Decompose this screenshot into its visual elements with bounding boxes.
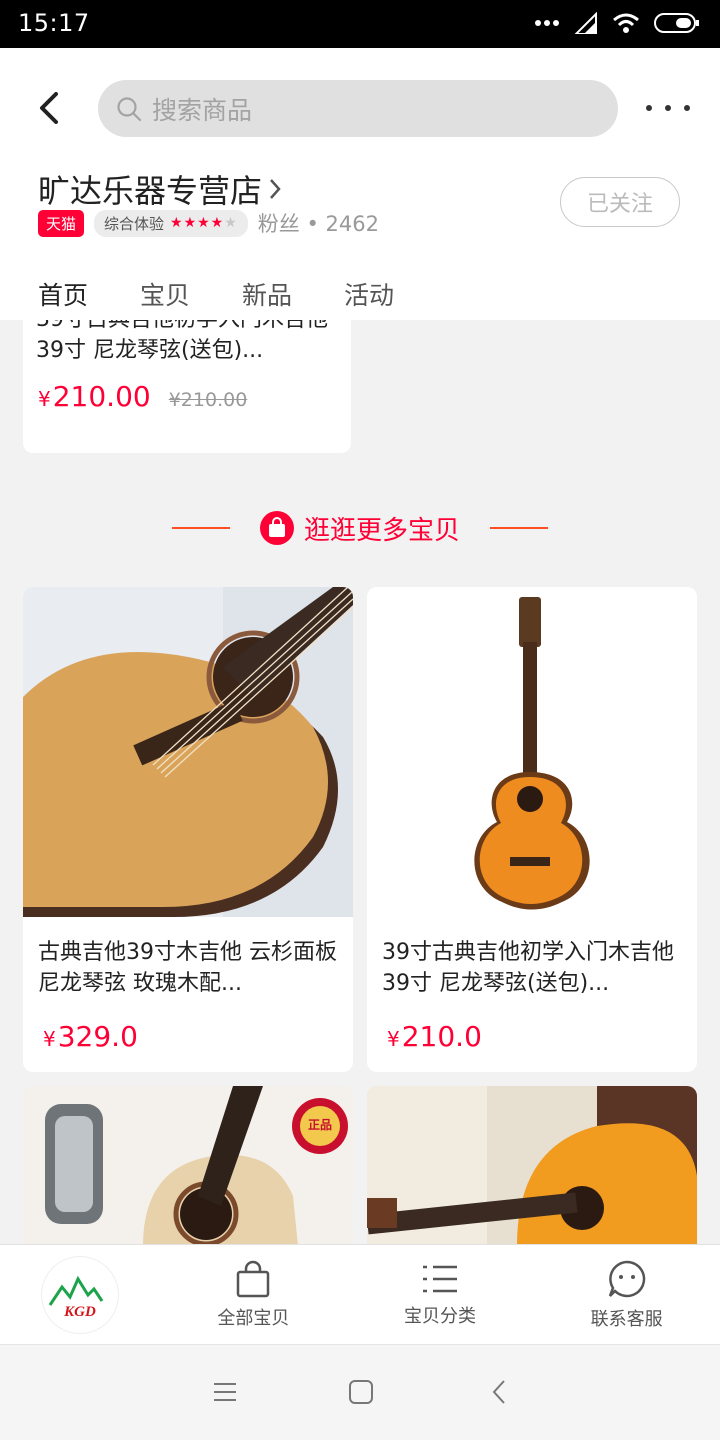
shopping-bag-icon bbox=[259, 511, 294, 545]
tmall-badge: 天猫 bbox=[38, 209, 85, 237]
rating-stars: ★★★★★ bbox=[170, 215, 238, 231]
more-products-divider: 逛逛更多宝贝 bbox=[172, 508, 548, 548]
product-image: 正品 bbox=[23, 1086, 353, 1244]
status-time: 15:17 bbox=[18, 9, 90, 37]
product-price: ¥329.0 bbox=[43, 1020, 138, 1053]
divider-line bbox=[489, 527, 548, 529]
cell-signal-icon bbox=[574, 12, 597, 34]
back-triangle-icon bbox=[492, 1380, 505, 1404]
back-button[interactable] bbox=[28, 86, 68, 130]
product-price: ¥210.0 bbox=[387, 1020, 482, 1053]
product-title: 39寸古典吉他初学入门木吉他39寸 尼龙琴弦(送包)... bbox=[36, 320, 328, 363]
product-image bbox=[367, 1086, 697, 1244]
product-card[interactable]: 39寸古典吉他初学入门木吉他39寸 尼龙琴弦(送包)... ¥210.0 bbox=[367, 587, 697, 1072]
shop-name: 旷达乐器专营店 bbox=[38, 172, 263, 210]
star-icon: ★★★★ bbox=[170, 215, 225, 231]
follow-button[interactable]: 已关注 bbox=[560, 177, 680, 227]
product-title: 39寸古典吉他初学入门木吉他39寸 尼龙琴弦(送包)... bbox=[382, 940, 674, 996]
shop-header: 搜索商品 旷达乐器专营店 天猫 综合体验 ★★★★★ 粉丝 • 2462 已关注… bbox=[0, 48, 720, 324]
tab-products[interactable]: 宝贝 bbox=[140, 276, 190, 316]
more-products-label: 逛逛更多宝贝 bbox=[303, 515, 460, 546]
status-bar: 15:17 bbox=[0, 0, 720, 48]
chevron-left-icon bbox=[40, 92, 58, 124]
system-nav-bar bbox=[0, 1344, 720, 1440]
status-icons bbox=[534, 12, 700, 34]
product-card[interactable]: 39寸古典吉他初学入门木吉他39寸 尼龙琴弦(送包)... ¥210.00 ¥2… bbox=[23, 320, 351, 453]
home-button[interactable] bbox=[344, 1375, 378, 1409]
nav-all-products[interactable]: 全部宝贝 bbox=[160, 1245, 347, 1344]
experience-badge: 综合体验 ★★★★★ bbox=[94, 209, 248, 237]
tab-activity[interactable]: 活动 bbox=[344, 276, 394, 316]
nav-label: 宝贝分类 bbox=[404, 1305, 476, 1327]
tab-home[interactable]: 首页 bbox=[38, 276, 89, 324]
shop-meta: 天猫 综合体验 ★★★★★ 粉丝 • 2462 bbox=[38, 208, 379, 238]
product-image bbox=[23, 587, 353, 917]
more-dot-icon bbox=[646, 105, 652, 111]
nav-categories[interactable]: 宝贝分类 bbox=[347, 1245, 534, 1344]
product-title: 古典吉他39寸木吉他 云杉面板 尼龙琴弦 玫瑰木配... bbox=[38, 940, 337, 996]
system-back-button[interactable] bbox=[482, 1375, 516, 1409]
nav-customer-service[interactable]: 联系客服 bbox=[533, 1245, 720, 1344]
chevron-right-icon bbox=[270, 179, 281, 199]
nav-label: 全部宝贝 bbox=[217, 1307, 290, 1329]
genuine-seal-text: 正品 bbox=[308, 1118, 333, 1132]
product-card[interactable]: 古典吉他39寸木吉他 云杉面板 尼龙琴弦 玫瑰木配... ¥329.0 bbox=[23, 587, 353, 1072]
product-image bbox=[367, 587, 697, 917]
more-options-button[interactable] bbox=[646, 98, 690, 118]
experience-label: 综合体验 bbox=[104, 214, 165, 233]
chat-face-icon bbox=[608, 1260, 645, 1297]
wifi-icon bbox=[613, 13, 639, 33]
product-card[interactable] bbox=[367, 1086, 697, 1244]
shop-name-link[interactable]: 旷达乐器专营店 bbox=[38, 166, 282, 212]
bag-icon bbox=[237, 1260, 270, 1297]
fans-count: 粉丝 • 2462 bbox=[257, 212, 379, 236]
square-icon bbox=[349, 1380, 373, 1404]
shop-bottom-nav: KGD 全部宝贝 宝贝分类 联系客服 bbox=[0, 1244, 720, 1344]
signal-dots-icon bbox=[535, 20, 559, 26]
product-prices: ¥210.00 ¥210.00 bbox=[38, 380, 247, 413]
battery-icon bbox=[654, 13, 699, 33]
list-icon bbox=[423, 1265, 457, 1292]
content-scroll[interactable]: 39寸古典吉他初学入门木吉他39寸 尼龙琴弦(送包)... ¥210.00 ¥2… bbox=[0, 320, 720, 1244]
more-dot-icon bbox=[684, 105, 690, 111]
nav-label: 联系客服 bbox=[590, 1308, 663, 1330]
search-icon bbox=[117, 96, 142, 121]
product-price: ¥210.00 bbox=[38, 380, 151, 413]
divider-line bbox=[172, 527, 230, 529]
original-price: ¥210.00 bbox=[168, 389, 248, 411]
more-products-heading: 逛逛更多宝贝 bbox=[259, 510, 460, 547]
logo-text: KGD bbox=[64, 1304, 96, 1320]
search-input[interactable]: 搜索商品 bbox=[98, 80, 618, 137]
menu-icon bbox=[214, 1383, 236, 1401]
tab-new[interactable]: 新品 bbox=[242, 276, 292, 316]
shop-logo[interactable]: KGD bbox=[0, 1245, 160, 1344]
shop-tabs: 首页 宝贝 新品 活动 bbox=[38, 276, 394, 324]
product-card[interactable]: 正品 bbox=[23, 1086, 353, 1244]
search-placeholder: 搜索商品 bbox=[152, 95, 253, 125]
star-empty-icon: ★ bbox=[224, 215, 238, 231]
shop-logo-circle: KGD bbox=[42, 1256, 118, 1333]
more-dot-icon bbox=[665, 105, 671, 111]
menu-button[interactable] bbox=[208, 1375, 242, 1409]
